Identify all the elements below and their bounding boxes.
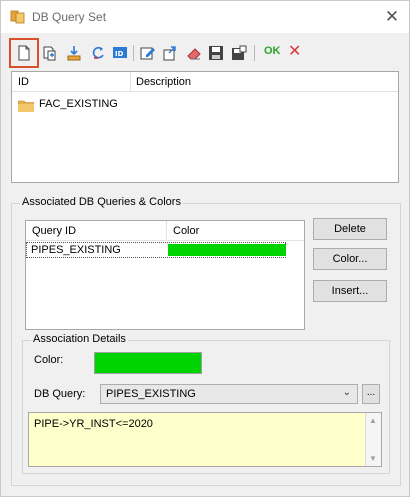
chevron-down-icon: ⌄ <box>342 387 351 398</box>
folder-icon <box>18 100 34 112</box>
color-swatch[interactable] <box>94 352 202 374</box>
app-icon <box>10 10 25 24</box>
column-header-id[interactable]: ID <box>18 76 29 88</box>
column-header-color[interactable]: Color <box>173 225 199 237</box>
refresh-icon[interactable] <box>89 44 107 62</box>
toolbar-separator <box>254 45 255 61</box>
edit-icon[interactable] <box>139 44 157 62</box>
insert-button[interactable]: Insert... <box>313 280 387 302</box>
query-expression-text: PIPE->YR_INST<=2020 <box>34 418 153 430</box>
id-icon[interactable]: ID <box>111 44 129 62</box>
column-header-query-id[interactable]: Query ID <box>32 225 76 237</box>
column-divider <box>166 221 167 241</box>
toolbar: ID OK ✕ <box>1 33 409 71</box>
group-title: Association Details <box>31 333 128 345</box>
db-query-set-window: DB Query Set ✕ ID OK ✕ ID Description FA… <box>0 0 410 497</box>
associated-queries-list[interactable]: Query ID Color PIPES_EXISTING <box>25 220 305 330</box>
scroll-down-icon[interactable]: ▼ <box>369 454 377 463</box>
table-row[interactable]: PIPES_EXISTING <box>26 242 286 258</box>
color-cell-swatch <box>168 244 286 256</box>
query-id-cell: PIPES_EXISTING <box>31 244 121 256</box>
window-title: DB Query Set <box>32 10 107 24</box>
browse-query-button[interactable]: ... <box>362 384 380 404</box>
group-title: Associated DB Queries & Colors <box>20 196 183 208</box>
open-icon[interactable] <box>161 44 179 62</box>
import-icon[interactable] <box>65 44 83 62</box>
scroll-up-icon[interactable]: ▲ <box>369 416 377 425</box>
copy-document-icon[interactable] <box>41 44 59 62</box>
vertical-scrollbar[interactable]: ▲ ▼ <box>365 413 381 466</box>
list-item-label: FAC_EXISTING <box>39 98 118 110</box>
column-header-description[interactable]: Description <box>136 76 191 88</box>
column-divider <box>130 72 131 92</box>
close-icon[interactable]: ✕ <box>381 6 403 28</box>
list-header: Query ID Color <box>26 221 304 241</box>
ok-button[interactable]: OK <box>264 45 281 57</box>
save-as-icon[interactable] <box>230 44 248 62</box>
new-document-icon[interactable] <box>15 44 33 62</box>
query-expression-field[interactable]: PIPE->YR_INST<=2020 ▲ ▼ <box>28 412 382 467</box>
toolbar-separator <box>133 45 134 61</box>
list-header: ID Description <box>12 72 398 92</box>
save-icon[interactable] <box>207 44 225 62</box>
eraser-icon[interactable] <box>185 44 203 62</box>
query-set-list[interactable]: ID Description FAC_EXISTING <box>11 71 399 183</box>
title-bar: DB Query Set ✕ <box>1 1 409 33</box>
color-button[interactable]: Color... <box>313 248 387 270</box>
delete-button[interactable]: Delete <box>313 218 387 240</box>
db-query-value: PIPES_EXISTING <box>106 388 196 400</box>
db-query-label: DB Query: <box>34 388 86 400</box>
color-label: Color: <box>34 354 64 366</box>
cancel-icon[interactable]: ✕ <box>288 41 301 61</box>
svg-text:ID: ID <box>115 50 124 58</box>
db-query-select[interactable]: PIPES_EXISTING ⌄ <box>100 384 358 404</box>
